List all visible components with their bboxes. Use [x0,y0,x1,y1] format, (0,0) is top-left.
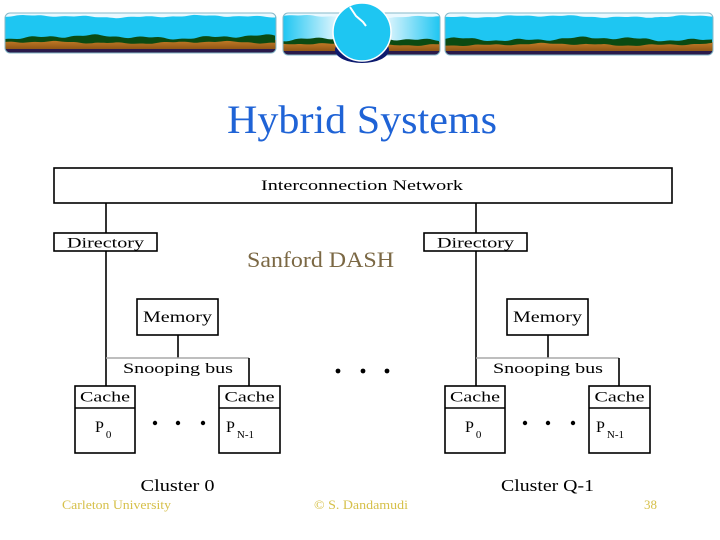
snooping-bus-label: Snooping bus [123,361,233,377]
memory-label: Memory [513,309,582,326]
processor-node: Cache P N-1 [218,385,281,454]
ellipsis-dot [175,420,181,426]
slide-title: Hybrid Systems [227,97,497,142]
cluster-label: Cluster 0 [141,476,215,495]
ellipsis-dot [545,420,551,426]
processor-name: P [596,419,605,436]
processor-name: P [226,419,235,436]
cache-label: Cache [225,390,275,406]
cache-label: Cache [595,390,645,406]
processor-name: P [95,419,104,436]
cluster: Directory Memory Snooping bus Cache P0 C… [423,203,651,495]
cache-label: Cache [80,390,130,406]
ellipsis-dot [570,420,576,426]
ellipsis-dot [360,368,366,374]
ellipsis-dot [384,368,390,374]
processor-node: Cache P0 [444,385,506,454]
processor-name: P [465,419,474,436]
cluster-ellipsis [335,368,390,374]
slide: Hybrid Systems Interconnection Network S… [53,97,673,512]
footer: Carleton University © S. Dandamudi 38 [62,497,657,512]
processor-index: N-1 [607,429,624,441]
ellipsis-dot [522,420,528,426]
processor-node: Cache P N-1 [588,385,651,454]
processor-index: N-1 [237,429,254,441]
directory-label: Directory [437,236,515,252]
interconnection-network-label: Interconnection Network [261,178,464,194]
dash-diagram: Interconnection Network Sanford DASH Dir… [53,167,673,495]
processor-ellipsis [152,420,206,426]
processor-index: 0 [106,429,112,441]
ellipsis-dot [152,420,158,426]
snooping-bus-label: Snooping bus [493,361,603,377]
directory-label: Directory [67,236,145,252]
footer-copyright: © S. Dandamudi [314,497,408,512]
footer-page-number: 38 [644,497,657,512]
processor-index: 0 [476,429,482,441]
memory-label: Memory [143,309,212,326]
processor-node: Cache P0 [74,385,136,454]
ellipsis-dot [200,420,206,426]
processor-ellipsis [522,420,576,426]
diagram-subtitle: Sanford DASH [247,247,394,272]
cluster-label: Cluster Q-1 [501,476,594,495]
cache-label: Cache [450,390,500,406]
footer-institution: Carleton University [62,497,172,512]
ellipsis-dot [335,368,341,374]
